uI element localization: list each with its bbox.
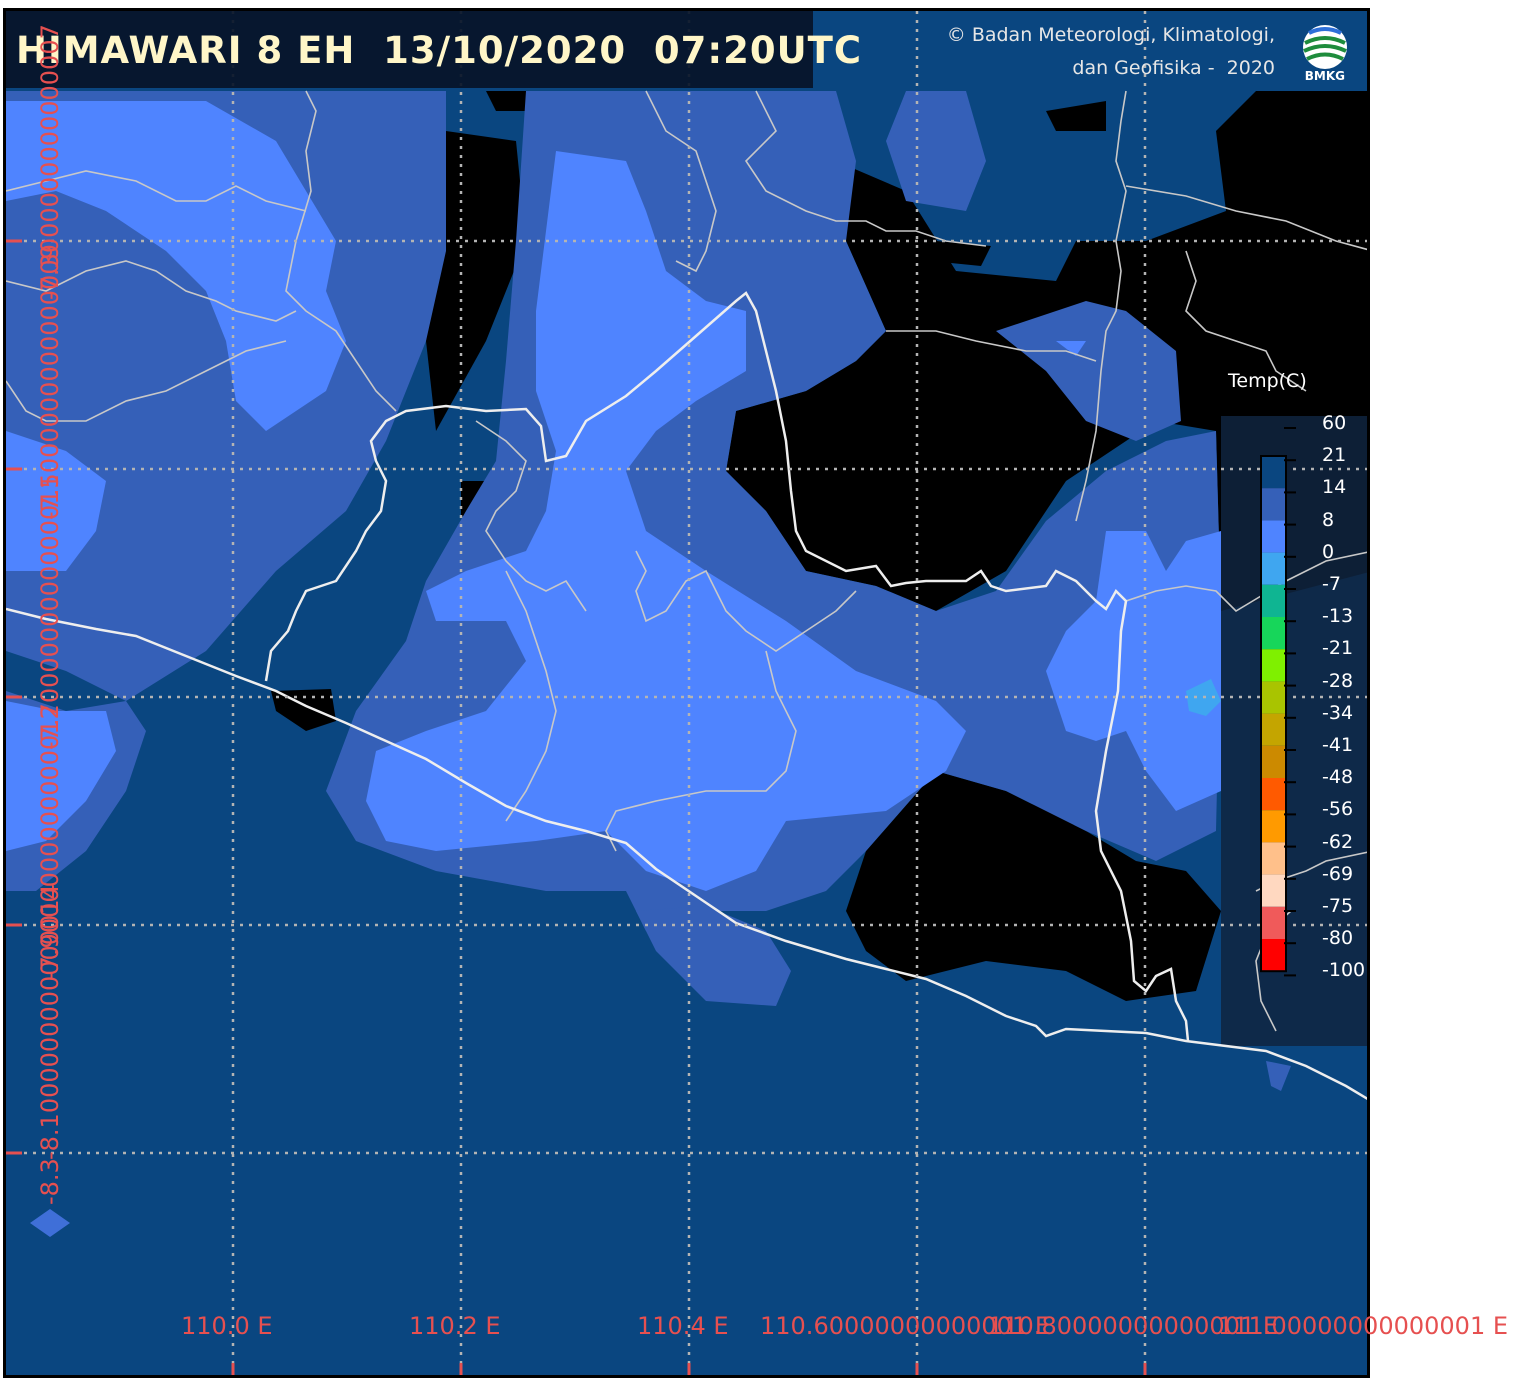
legend-label: 60: [1322, 412, 1347, 434]
legend-label: -48: [1322, 766, 1354, 789]
legend-label: -62: [1322, 830, 1354, 853]
title-bar: HIMAWARI 8 EH 13/10/2020 07:20UTC: [6, 11, 861, 88]
legend-label: 14: [1322, 476, 1347, 499]
legend-title: Temp(C): [1228, 370, 1307, 392]
legend-label: 0: [1322, 540, 1335, 563]
lon-label: 110.4 E: [637, 1312, 729, 1340]
colorbar-swatch: [1261, 617, 1286, 650]
satellite-map: HIMAWARI 8 EH 13/10/2020 07:20UTC © Bada…: [3, 8, 1370, 1378]
lon-label: 110.0 E: [181, 1312, 273, 1340]
legend-label: -69: [1322, 862, 1354, 885]
legend-label: -7: [1322, 573, 1341, 595]
lon-label: 111.00000000000001 E: [1218, 1312, 1509, 1340]
legend-label: -75: [1322, 895, 1354, 917]
legend-label: -56: [1322, 798, 1354, 821]
colorbar-swatch: [1261, 520, 1286, 553]
colorbar-swatch: [1261, 778, 1286, 811]
colorbar-swatch: [1261, 584, 1286, 617]
legend-label: 21: [1322, 444, 1347, 467]
colorbar-swatch: [1261, 906, 1286, 939]
colorbar-swatch: [1261, 810, 1286, 843]
colorbar-swatch: [1261, 874, 1286, 907]
credit-line-1: © Badan Meteorologi, Klimatologi,: [946, 24, 1275, 46]
colorbar-swatch: [1261, 456, 1286, 489]
temperature-map: [6, 11, 1367, 1375]
lon-label: 110.2 E: [409, 1312, 501, 1340]
colorbar-swatch: [1261, 939, 1286, 972]
lat-label: -8.3: [36, 1158, 64, 1205]
colorbar-swatch: [1261, 713, 1286, 746]
legend-panel: [1221, 416, 1367, 1046]
legend-label: -28: [1322, 669, 1354, 692]
colorbar-swatch: [1261, 681, 1286, 714]
lat-label: -8.1000000000000014: [36, 884, 64, 1160]
colorbar-swatch: [1261, 649, 1286, 682]
legend-label: -41: [1322, 734, 1354, 756]
legend-label: 8: [1322, 508, 1335, 531]
colorbar-swatch: [1261, 552, 1286, 585]
legend-label: -100: [1322, 959, 1366, 982]
colorbar-swatch: [1261, 488, 1286, 521]
logo-text: BMKG: [1304, 69, 1345, 83]
map-title: HIMAWARI 8 EH 13/10/2020 07:20UTC: [16, 29, 863, 72]
legend-label: -13: [1322, 605, 1354, 628]
credit-line-2: dan Geofisika - 2020: [1072, 57, 1275, 79]
legend-label: -80: [1322, 927, 1354, 950]
colorbar-swatch: [1261, 842, 1286, 875]
legend-label: -34: [1322, 701, 1354, 724]
legend-label: -21: [1322, 637, 1354, 660]
colorbar-swatch: [1261, 745, 1286, 778]
